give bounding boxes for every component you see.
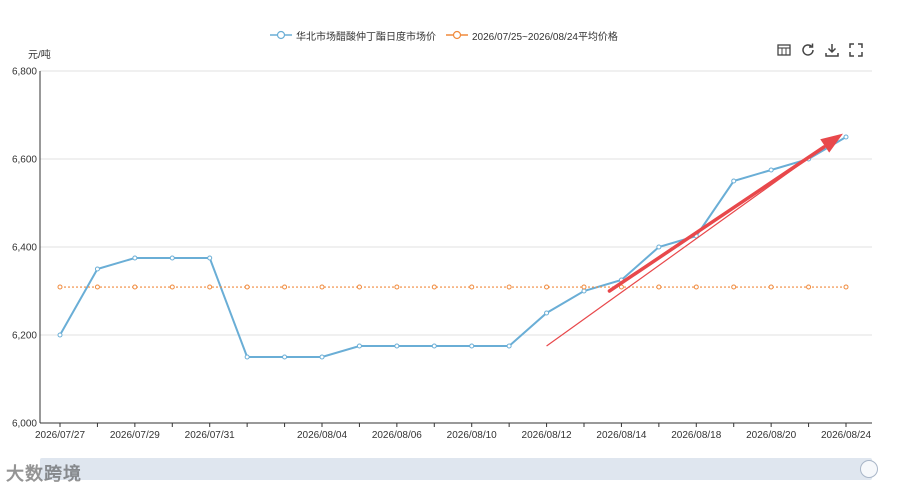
data-view-icon[interactable] — [776, 42, 792, 58]
y-tick-label: 6,600 — [12, 155, 37, 166]
axes: 6,000 6,200 6,400 6,600 6,800 2026/07/27 2026/… — [12, 67, 872, 441]
x-tick-label: 2026/08/20 — [746, 430, 796, 441]
legend-item-series1[interactable]: 华北市场醋酸仲丁酯日度市场价 — [270, 28, 436, 43]
data-point-series2 — [656, 284, 662, 290]
data-point-series2 — [431, 284, 437, 290]
y-tick-label: 6,400 — [12, 243, 37, 254]
x-tick-label: 2026/08/14 — [596, 430, 646, 441]
y-tick-label: 6,200 — [12, 331, 37, 342]
x-tick-label: 2026/07/27 — [35, 430, 85, 441]
x-tick-label: 2026/08/04 — [297, 430, 347, 441]
data-zoom-slider[interactable] — [40, 458, 872, 480]
data-point-series2 — [544, 284, 550, 290]
data-point-series2 — [57, 284, 63, 290]
data-point-series1 — [731, 178, 737, 184]
x-tick-label: 2026/08/10 — [447, 430, 497, 441]
x-tick-label: 2026/07/29 — [110, 430, 160, 441]
data-point-series2 — [394, 284, 400, 290]
data-point-series1 — [244, 354, 250, 360]
refresh-icon[interactable] — [800, 42, 816, 58]
data-point-series2 — [132, 284, 138, 290]
y-tick-label: 6,000 — [12, 419, 37, 430]
data-point-series2 — [282, 284, 288, 290]
legend-label-series2: 2026/07/25~2026/08/24平均价格 — [472, 31, 618, 43]
data-point-series2 — [581, 284, 587, 290]
legend-item-series2[interactable]: 2026/07/25~2026/08/24平均价格 — [446, 28, 618, 43]
download-icon[interactable] — [824, 42, 840, 58]
data-point-series2 — [731, 284, 737, 290]
y-axis-unit-label: 元/吨 — [28, 50, 51, 61]
data-point-series2 — [469, 284, 475, 290]
trend-arrow-annotation — [546, 133, 843, 347]
trend-arrow-shaft — [607, 145, 826, 293]
grid-lines — [40, 70, 872, 424]
data-point-series2 — [244, 284, 250, 290]
x-tick-label: 2026/08/06 — [372, 430, 422, 441]
data-point-series2 — [506, 284, 512, 290]
chart-toolbar — [776, 42, 864, 58]
data-point-series1 — [431, 343, 437, 349]
fullscreen-icon[interactable] — [848, 42, 864, 58]
data-point-series2 — [693, 284, 699, 290]
x-tick-label: 2026/08/12 — [522, 430, 572, 441]
x-tick-label: 2026/08/18 — [671, 430, 721, 441]
data-point-series1 — [169, 255, 175, 261]
data-point-series1 — [656, 244, 662, 250]
data-point-series1 — [506, 343, 512, 349]
legend-swatch-series1 — [270, 30, 292, 40]
data-point-series1 — [57, 332, 63, 338]
data-point-series2 — [843, 284, 849, 290]
data-point-series2 — [319, 284, 325, 290]
data-point-series1 — [544, 310, 550, 316]
data-point-series1 — [394, 343, 400, 349]
data-point-series1 — [581, 288, 587, 294]
data-point-series1 — [356, 343, 362, 349]
chart-canvas: 6,000 6,200 6,400 6,600 6,800 2026/07/27 2026/… — [12, 67, 872, 441]
data-point-series2 — [806, 284, 812, 290]
data-point-series1 — [768, 167, 774, 173]
data-point-series2 — [94, 284, 100, 290]
legend-swatch-series2 — [446, 30, 468, 40]
watermark-logo: 大数跨境 — [6, 464, 82, 484]
x-tick-label: 2026/08/24 — [821, 430, 871, 441]
data-point-series2 — [768, 284, 774, 290]
data-point-series1 — [319, 354, 325, 360]
chart-legend: 华北市场醋酸仲丁酯日度市场价 2026/07/25~2026/08/24平均价格 — [270, 27, 618, 43]
data-point-series2 — [169, 284, 175, 290]
data-point-series1 — [843, 134, 849, 140]
data-point-series2 — [207, 284, 213, 290]
data-point-series1 — [282, 354, 288, 360]
data-point-series1 — [94, 266, 100, 272]
x-tick-label: 2026/07/31 — [185, 430, 235, 441]
y-tick-label: 6,800 — [12, 67, 37, 78]
zoom-handle[interactable] — [860, 460, 878, 478]
data-point-series1 — [469, 343, 475, 349]
data-point-series1 — [132, 255, 138, 261]
data-point-series1 — [207, 255, 213, 261]
legend-label-series1: 华北市场醋酸仲丁酯日度市场价 — [296, 31, 436, 43]
data-point-series2 — [356, 284, 362, 290]
